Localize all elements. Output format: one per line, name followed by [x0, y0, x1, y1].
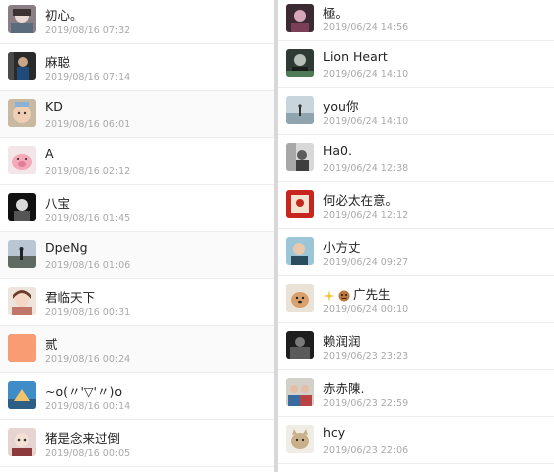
contact-timestamp: 2019/06/24 09:27 — [323, 257, 409, 268]
contact-timestamp: 2019/08/16 01:45 — [45, 213, 131, 224]
avatar — [286, 190, 314, 218]
avatar — [286, 237, 314, 265]
contact-name: 赖润润 — [323, 334, 361, 349]
contact-name: Lion Heart — [323, 49, 388, 64]
list-item[interactable]: DpeNg 2019/08/16 01:06 — [0, 232, 274, 279]
contact-name: hcy — [323, 425, 346, 440]
right-contact-column: 極。 2019/06/24 14:56 Lion Heart 2019/06/2… — [278, 0, 554, 472]
avatar — [8, 381, 36, 409]
contact-timestamp: 2019/06/24 14:10 — [323, 69, 409, 80]
avatar — [8, 428, 36, 456]
contact-timestamp: 2019/08/16 07:14 — [45, 72, 131, 83]
contact-timestamp: 2019/06/23 23:23 — [323, 351, 409, 362]
list-item[interactable]: A 2019/08/16 02:12 — [0, 138, 274, 185]
contact-timestamp: 2019/08/16 00:05 — [45, 448, 131, 459]
contact-timestamp: 2019/06/24 14:10 — [323, 116, 409, 127]
list-item[interactable]: 君临天下 2019/08/16 00:31 — [0, 279, 274, 326]
list-item[interactable]: you你 2019/06/24 14:10 — [278, 88, 554, 135]
contact-timestamp: 2019/08/16 00:14 — [45, 401, 131, 412]
contact-name: DpeNg — [45, 240, 88, 255]
contact-name: 猪是念来过倒 — [45, 431, 121, 446]
contact-name: ~o(〃'▽'〃)o — [45, 384, 123, 399]
list-item[interactable]: Lion Heart 2019/06/24 14:10 — [278, 41, 554, 88]
avatar — [8, 5, 36, 33]
contact-name: 極。 — [323, 6, 349, 21]
contact-name: you你 — [323, 99, 359, 114]
avatar — [286, 378, 314, 406]
avatar — [8, 334, 36, 362]
contact-name: 何必太在意。 — [323, 193, 399, 208]
contact-name: 麻聪 — [45, 55, 71, 70]
avatar — [8, 193, 36, 221]
contact-name: 小方丈 — [323, 240, 361, 255]
left-contact-column: 初心。 2019/08/16 07:32 麻聪 2019/08/16 07:14… — [0, 0, 274, 472]
avatar — [8, 240, 36, 268]
list-item[interactable]: Ha0. 2019/06/24 12:38 — [278, 135, 554, 182]
list-item[interactable]: 赤赤陳. 2019/06/23 22:59 — [278, 370, 554, 417]
list-item[interactable]: hcy 2019/06/23 22:06 — [278, 417, 554, 464]
contact-name-text: 广先生 — [353, 287, 391, 302]
avatar — [8, 287, 36, 315]
contact-name: KD — [45, 99, 63, 114]
contact-timestamp: 2019/08/16 00:24 — [45, 354, 131, 365]
avatar — [286, 96, 314, 124]
contact-name: 君临天下 — [45, 290, 96, 305]
contact-timestamp: 2019/06/24 00:10 — [323, 304, 409, 315]
sparkles-icon — [323, 289, 335, 302]
contact-timestamp: 2019/08/16 01:06 — [45, 260, 131, 271]
list-item[interactable]: 猪是念来过倒 2019/08/16 00:05 — [0, 420, 274, 467]
avatar — [286, 284, 314, 312]
contact-timestamp: 2019/08/16 07:32 — [45, 25, 131, 36]
avatar — [8, 146, 36, 174]
list-item[interactable]: KD 2019/08/16 06:01 — [0, 91, 274, 138]
contact-name: 初心。 — [45, 8, 83, 23]
contact-timestamp: 2019/08/16 00:31 — [45, 307, 131, 318]
list-item[interactable]: 八宝 2019/08/16 01:45 — [0, 185, 274, 232]
avatar — [286, 331, 314, 359]
avatar — [8, 52, 36, 80]
contact-name: 贰 — [45, 337, 58, 352]
list-item[interactable]: 麻聪 2019/08/16 07:14 — [0, 44, 274, 91]
face-emoji-icon — [338, 290, 350, 301]
contact-name: Ha0. — [323, 143, 352, 158]
contact-timestamp: 2019/08/16 02:12 — [45, 166, 131, 177]
contact-timestamp: 2019/06/24 14:56 — [323, 22, 409, 33]
avatar — [286, 425, 314, 453]
contact-name: 赤赤陳. — [323, 381, 365, 396]
contact-name: A — [45, 146, 54, 161]
list-item[interactable]: 赖润润 2019/06/23 23:23 — [278, 323, 554, 370]
contact-timestamp: 2019/06/24 12:12 — [323, 210, 409, 221]
list-item[interactable]: 極。 2019/06/24 14:56 — [278, 0, 554, 41]
list-item[interactable]: 初心。 2019/08/16 07:32 — [0, 0, 274, 44]
contact-name: 广先生 — [323, 284, 391, 303]
contact-timestamp: 2019/06/23 22:59 — [323, 398, 409, 409]
list-item[interactable]: 广先生 2019/06/24 00:10 — [278, 276, 554, 323]
list-item[interactable]: 小方丈 2019/06/24 09:27 — [278, 229, 554, 276]
list-item[interactable]: ~o(〃'▽'〃)o 2019/08/16 00:14 — [0, 373, 274, 420]
list-item[interactable]: 何必太在意。 2019/06/24 12:12 — [278, 182, 554, 229]
avatar — [286, 4, 314, 32]
avatar — [8, 99, 36, 127]
avatar — [286, 143, 314, 171]
list-item[interactable]: 贰 2019/08/16 00:24 — [0, 326, 274, 373]
contact-name: 八宝 — [45, 196, 71, 211]
contact-timestamp: 2019/06/24 12:38 — [323, 163, 409, 174]
contact-timestamp: 2019/06/23 22:06 — [323, 445, 409, 456]
contact-timestamp: 2019/08/16 06:01 — [45, 119, 131, 130]
contact-list-screen: 初心。 2019/08/16 07:32 麻聪 2019/08/16 07:14… — [0, 0, 554, 472]
avatar — [286, 49, 314, 77]
